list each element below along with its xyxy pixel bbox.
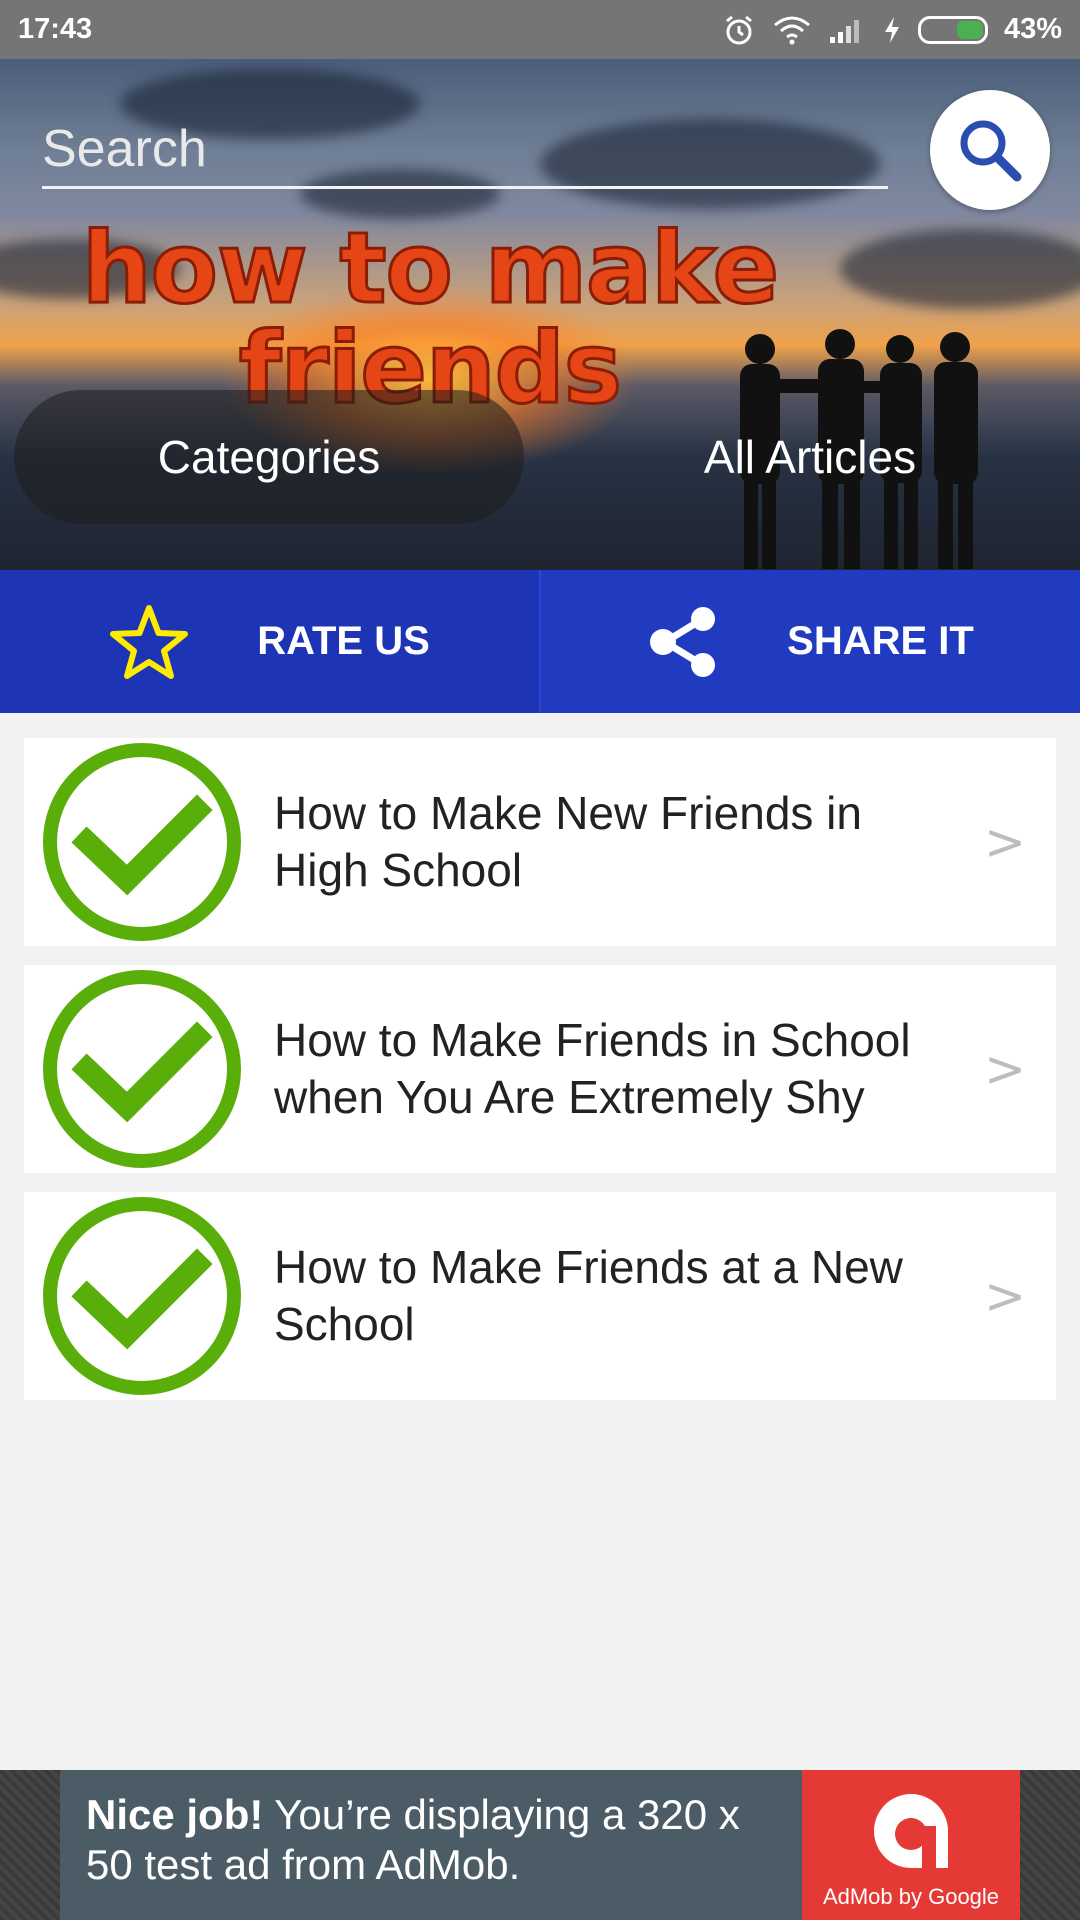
search-icon [960, 120, 1022, 182]
chevron-right-icon: > [984, 1267, 1026, 1325]
share-icon [650, 606, 716, 677]
admob-logo: AdMob by Google [802, 1770, 1020, 1920]
article-title: How to Make Friends at a New School [274, 1241, 903, 1350]
ad-text: Nice job! You’re displaying a 320 x 50 t… [60, 1770, 802, 1920]
categories-button[interactable]: Categories [14, 390, 524, 524]
article-title: How to Make Friends in School when You A… [274, 1014, 911, 1123]
status-time: 17:43 [18, 13, 93, 45]
categories-label: Categories [157, 431, 381, 483]
search-input[interactable] [42, 111, 888, 186]
chevron-right-icon: > [984, 1040, 1026, 1098]
list-item[interactable]: How to Make New Friends in High School > [24, 738, 1056, 946]
list-item[interactable]: How to Make Friends at a New School > [24, 1192, 1056, 1400]
header-banner: how to make friends Categories All Artic… [0, 59, 1080, 570]
check-circle-icon [43, 743, 241, 941]
logo-line-1: how to make [80, 212, 780, 326]
rate-us-button[interactable]: RATE US [0, 570, 539, 713]
article-list: How to Make New Friends in High School >… [24, 738, 1056, 1419]
app-logo: how to make friends [70, 218, 790, 421]
charging-icon [884, 16, 899, 43]
status-icons: 43% [722, 13, 1062, 47]
share-it-label: SHARE IT [787, 619, 974, 663]
all-articles-button[interactable]: All Articles [560, 390, 1060, 524]
battery-icon [917, 15, 988, 44]
search-button[interactable] [930, 90, 1050, 210]
alarm-icon [726, 15, 752, 44]
share-it-button[interactable]: SHARE IT [539, 570, 1080, 713]
search-field[interactable] [42, 111, 888, 189]
admob-icon [874, 1794, 948, 1868]
status-bar: 17:43 43% [0, 0, 1080, 59]
all-articles-label: All Articles [703, 431, 917, 483]
signal-icon [829, 19, 859, 43]
star-icon [110, 604, 189, 679]
wifi-icon [774, 16, 810, 44]
chevron-right-icon: > [984, 813, 1026, 871]
action-bar: RATE US SHARE IT [0, 570, 1080, 713]
ad-banner[interactable]: Nice job! You’re displaying a 320 x 50 t… [60, 1770, 1020, 1920]
list-item[interactable]: How to Make Friends in School when You A… [24, 965, 1056, 1173]
admob-caption: AdMob by Google [822, 1884, 1000, 1909]
rate-us-label: RATE US [257, 619, 430, 663]
article-title: How to Make New Friends in High School [274, 787, 862, 896]
check-circle-icon [43, 970, 241, 1168]
check-circle-icon [43, 1197, 241, 1395]
ad-bold-text: Nice job! [86, 1791, 264, 1838]
ad-area: Nice job! You’re displaying a 320 x 50 t… [0, 1770, 1080, 1920]
battery-percent: 43% [1003, 13, 1062, 45]
